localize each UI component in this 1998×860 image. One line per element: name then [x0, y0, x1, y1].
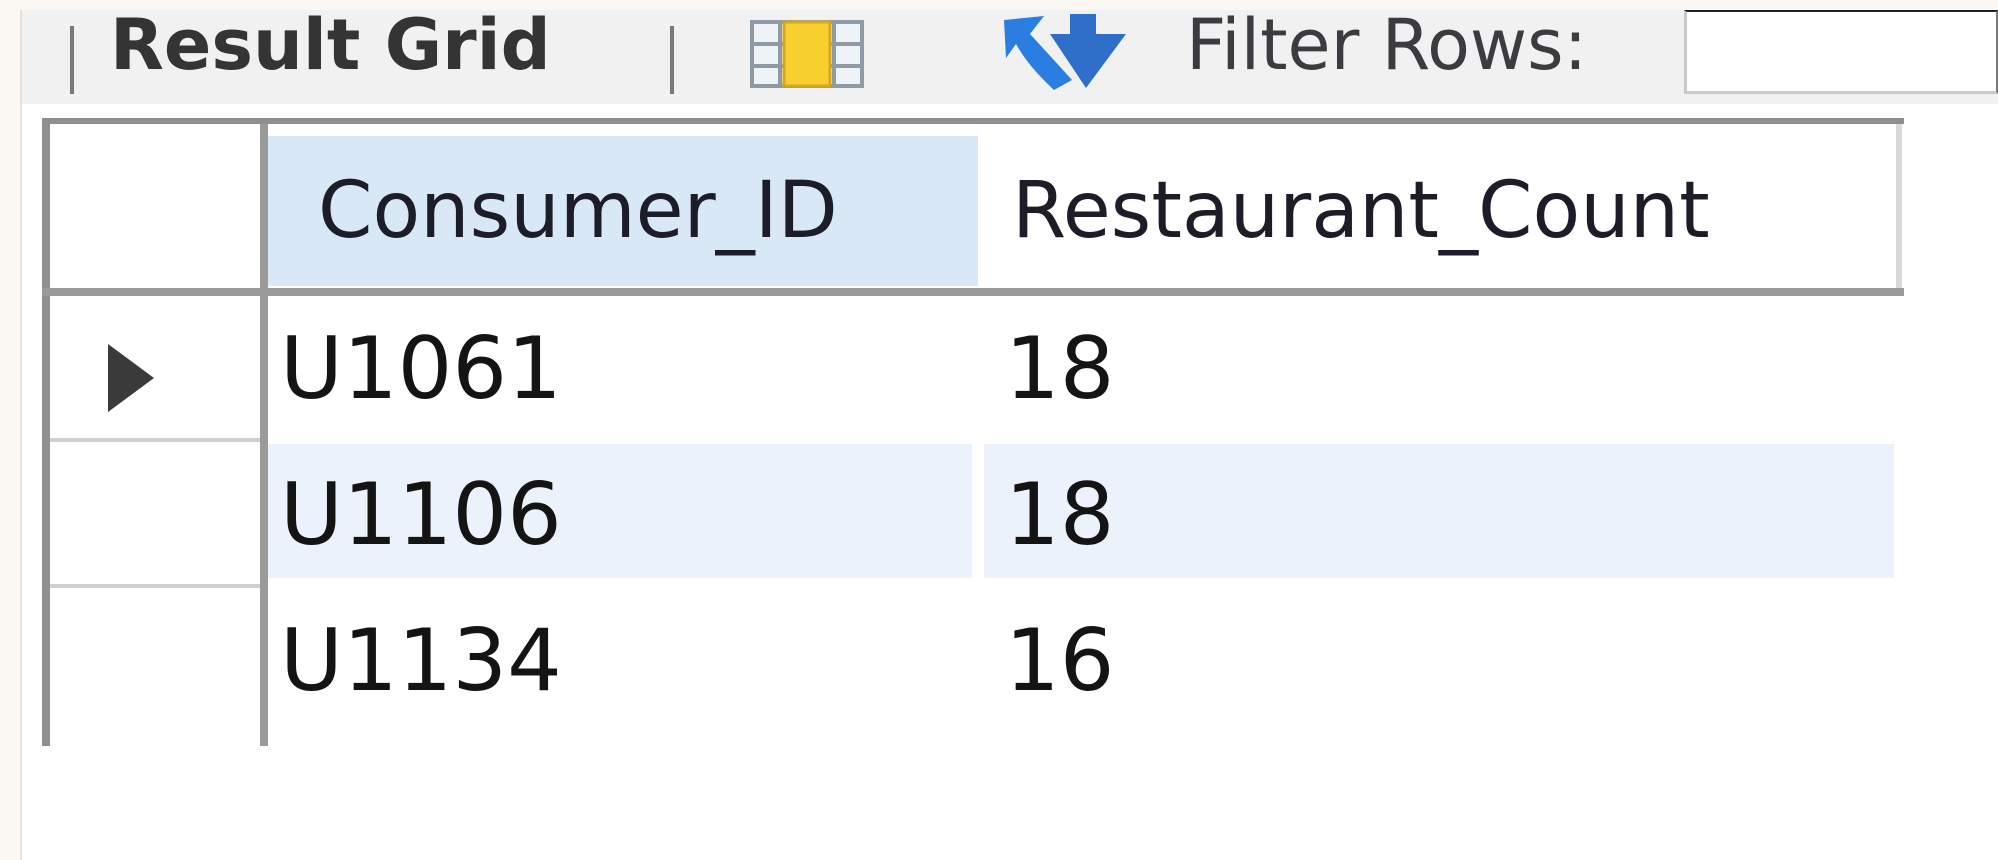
row-header[interactable]: [50, 442, 260, 588]
cell-consumer-id[interactable]: U1106: [280, 442, 990, 588]
cell-consumer-id[interactable]: U1134: [280, 588, 990, 734]
toolbar-separator: [670, 26, 674, 94]
table-row[interactable]: U1106 18: [50, 442, 1896, 588]
filter-rows-input[interactable]: [1684, 10, 1998, 94]
filter-rows-label: Filter Rows:: [1186, 4, 1588, 86]
cell-restaurant-count[interactable]: 18: [1005, 442, 1890, 588]
column-header-restaurant-count[interactable]: Restaurant_Count: [978, 136, 1896, 286]
cell-restaurant-count[interactable]: 16: [1005, 588, 1890, 734]
column-header-consumer-id[interactable]: Consumer_ID: [268, 136, 978, 286]
cell-restaurant-count[interactable]: 18: [1005, 296, 1890, 442]
result-grid: Consumer_ID Restaurant_Count U1061 18 U1…: [42, 118, 1904, 746]
refresh-icon[interactable]: [994, 10, 1134, 92]
row-header[interactable]: [50, 296, 260, 442]
table-row[interactable]: U1061 18: [50, 296, 1896, 442]
result-grid-tab[interactable]: Result Grid: [110, 10, 551, 80]
toolbar-separator: [70, 26, 74, 94]
cell-consumer-id[interactable]: U1061: [280, 296, 990, 442]
grid-view-icon[interactable]: [750, 20, 864, 88]
current-row-arrow-icon: [108, 344, 154, 412]
row-header[interactable]: [50, 588, 260, 734]
table-row[interactable]: U1134 16: [50, 588, 1896, 734]
